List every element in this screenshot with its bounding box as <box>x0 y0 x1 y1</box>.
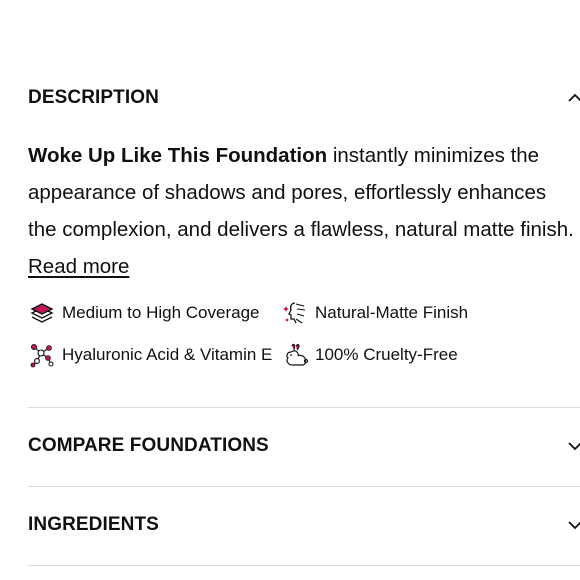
feature-cruelty-free: 100% Cruelty-Free <box>282 341 458 369</box>
divider <box>28 407 580 408</box>
feature-label: Medium to High Coverage <box>62 303 260 322</box>
description-text: Woke Up Like This Foundation instantly m… <box>28 137 580 285</box>
feature-label: Hyaluronic Acid & Vitamin E <box>62 345 273 364</box>
face-sparkle-icon <box>282 300 308 326</box>
molecule-icon <box>29 342 55 368</box>
feature-ingredients: Hyaluronic Acid & Vitamin E <box>29 341 272 369</box>
divider <box>28 486 580 487</box>
product-name: Woke Up Like This Foundation <box>28 144 328 167</box>
chevron-down-icon[interactable] <box>568 439 580 453</box>
compare-foundations-title: COMPARE FOUNDATIONS <box>28 435 269 456</box>
feature-label: 100% Cruelty-Free <box>315 345 458 364</box>
bunny-icon <box>282 342 308 368</box>
feature-finish: Natural-Matte Finish <box>282 299 468 327</box>
description-section-header[interactable]: DESCRIPTION <box>28 84 580 112</box>
feature-label: Natural-Matte Finish <box>315 303 469 322</box>
feature-coverage: Medium to High Coverage <box>29 299 259 327</box>
read-more-link[interactable]: Read more <box>28 255 129 278</box>
ingredients-title: INGREDIENTS <box>28 514 159 535</box>
description-title: DESCRIPTION <box>28 87 159 108</box>
layers-icon <box>29 300 55 326</box>
ingredients-section-header[interactable]: INGREDIENTS <box>28 511 580 539</box>
compare-foundations-section-header[interactable]: COMPARE FOUNDATIONS <box>28 432 580 460</box>
divider <box>28 565 580 566</box>
chevron-up-icon[interactable] <box>568 91 580 105</box>
chevron-down-icon[interactable] <box>568 518 580 532</box>
